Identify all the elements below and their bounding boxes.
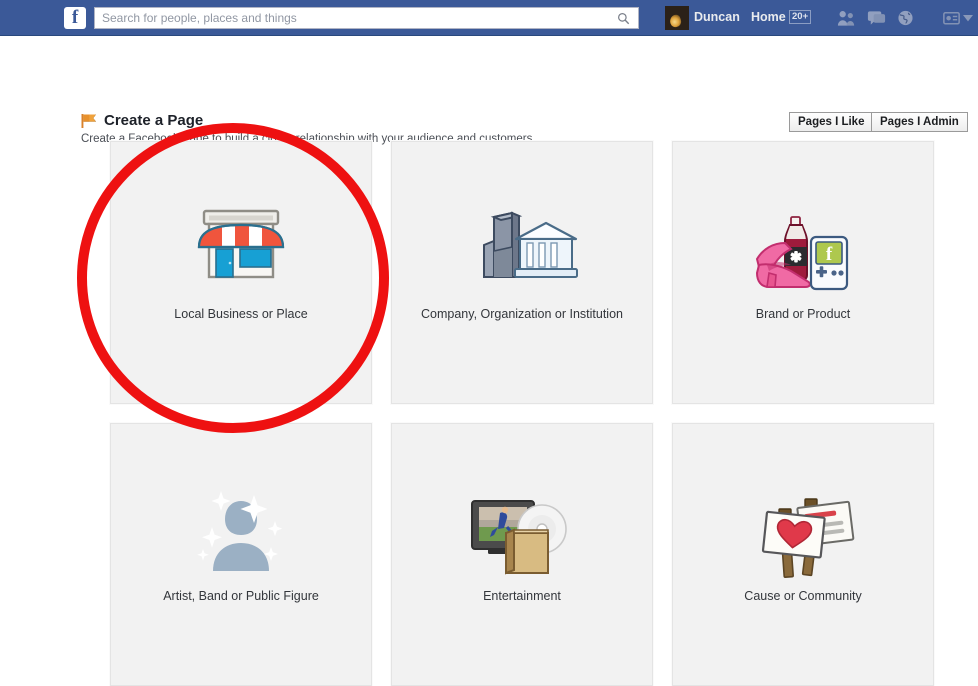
notifications-globe-icon[interactable] bbox=[895, 8, 916, 28]
page-type-grid: Local Business or Place Company, Organiz… bbox=[109, 140, 935, 686]
pages-i-like-button[interactable]: Pages I Like bbox=[789, 112, 874, 132]
page-type-card-cause[interactable]: Cause or Community bbox=[671, 422, 935, 686]
search-box[interactable] bbox=[94, 6, 639, 29]
buildings-icon bbox=[392, 196, 652, 306]
privacy-shortcuts-icon[interactable] bbox=[941, 8, 962, 28]
storefront-icon bbox=[111, 196, 371, 306]
search-icon bbox=[618, 12, 630, 24]
messages-icon[interactable] bbox=[866, 8, 887, 28]
page-title: Create a Page bbox=[104, 112, 204, 129]
search-input[interactable] bbox=[102, 7, 602, 28]
page-type-card-company[interactable]: Company, Organization or Institution bbox=[390, 140, 654, 405]
svg-text:f: f bbox=[826, 244, 833, 265]
sparkle-person-icon bbox=[111, 478, 371, 588]
avatar[interactable] bbox=[665, 5, 689, 30]
page-type-card-artist[interactable]: Artist, Band or Public Figure bbox=[109, 422, 373, 686]
page-type-label: Local Business or Place bbox=[174, 307, 308, 321]
page-type-label: Brand or Product bbox=[755, 307, 851, 321]
page-type-card-brand[interactable]: f Brand or Product bbox=[671, 140, 935, 405]
facebook-logo-icon[interactable]: f bbox=[64, 6, 86, 29]
tv-disc-book-icon bbox=[392, 478, 652, 588]
page-type-label: Cause or Community bbox=[744, 589, 862, 603]
pages-i-admin-button[interactable]: Pages I Admin bbox=[871, 112, 968, 132]
page-type-card-entertainment[interactable]: Entertainment bbox=[390, 422, 654, 686]
page-type-label: Company, Organization or Institution bbox=[421, 307, 623, 321]
account-settings-caret-icon[interactable] bbox=[963, 14, 973, 22]
profile-name-link[interactable]: Duncan bbox=[694, 10, 740, 24]
home-link[interactable]: Home bbox=[751, 10, 786, 24]
top-navigation-bar: f Duncan Home 20+ bbox=[0, 0, 978, 36]
shoe-bottle-gadget-icon: f bbox=[673, 196, 933, 306]
orange-flag-icon bbox=[81, 114, 96, 128]
page-type-label: Artist, Band or Public Figure bbox=[163, 589, 319, 603]
notification-count-badge[interactable]: 20+ bbox=[789, 9, 812, 24]
protest-signs-icon bbox=[673, 478, 933, 588]
page-type-card-local-business[interactable]: Local Business or Place bbox=[109, 140, 373, 405]
friend-requests-icon[interactable] bbox=[836, 8, 857, 28]
page-type-label: Entertainment bbox=[483, 589, 561, 603]
